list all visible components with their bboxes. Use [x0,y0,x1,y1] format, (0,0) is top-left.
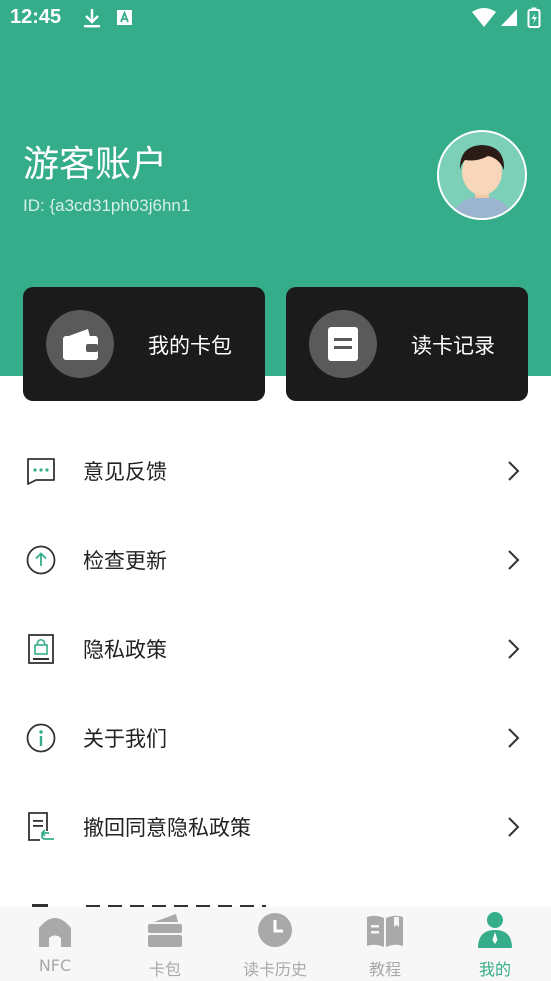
chevron-right-icon [508,550,520,570]
battery-icon [527,7,541,28]
wallet-icon-circle [46,310,114,378]
menu-item-privacy-policy[interactable]: 隐私政策 [0,605,551,694]
document-icon-circle [309,310,377,378]
my-cardholder-card[interactable]: 我的卡包 [23,287,265,401]
revoke-icon [28,812,54,841]
menu-label: 关于我们 [83,727,167,751]
nav-item-mine[interactable]: 我的 [440,907,550,981]
menu-label: 隐私政策 [83,638,167,662]
feedback-icon [27,458,55,485]
avatar-face-icon [439,132,525,218]
menu-label: 检查更新 [83,549,167,573]
download-icon [84,9,100,28]
card-label: 读卡记录 [411,334,495,358]
chevron-right-icon [508,461,520,481]
book-icon [367,915,403,947]
user-name: 游客账户 [23,144,168,185]
chevron-right-icon [508,728,520,748]
privacy-icon [28,634,54,664]
nav-label: 卡包 [148,960,181,979]
user-id: ID: {a3cd31ph03j6hn1 [23,196,191,215]
nav-label: 我的 [478,960,511,979]
nav-label: NFC [38,956,72,975]
nav-item-tutorial[interactable]: 教程 [330,907,440,981]
clock-icon [258,913,292,947]
nav-label: 教程 [368,960,401,979]
menu-item-check-update[interactable]: 检查更新 [0,516,551,605]
nav-item-read-history[interactable]: 读卡历史 [220,907,330,981]
read-records-card[interactable]: 读卡记录 [286,287,528,401]
cardholder-icon [148,914,182,947]
person-icon [478,912,512,948]
chevron-right-icon [508,639,520,659]
nav-item-cardholder[interactable]: 卡包 [110,907,220,981]
wifi-icon [472,8,496,27]
update-icon [26,545,56,575]
menu-label: 意见反馈 [83,460,167,484]
avatar[interactable] [437,130,527,220]
notification-a-icon [117,10,132,25]
status-time: 12:45 [10,6,62,28]
nav-item-nfc[interactable]: NFC [0,907,110,981]
menu-item-feedback[interactable]: 意见反馈 [0,427,551,516]
wallet-icon [63,329,98,360]
nav-label: 读卡历史 [242,960,307,979]
home-icon [39,918,71,947]
info-icon [26,723,56,753]
menu-item-about-us[interactable]: 关于我们 [0,694,551,783]
chevron-right-icon [508,817,520,837]
bottom-navigation: NFC 卡包 读卡历史 教程 我的 [0,907,551,981]
document-icon [328,327,358,361]
signal-icon [501,9,517,26]
menu-item-revoke-privacy-consent[interactable]: 撤回同意隐私政策 [0,783,551,872]
status-bar: 12:45 [0,0,551,36]
menu-label: 撤回同意隐私政策 [83,816,251,840]
card-label: 我的卡包 [148,334,232,358]
